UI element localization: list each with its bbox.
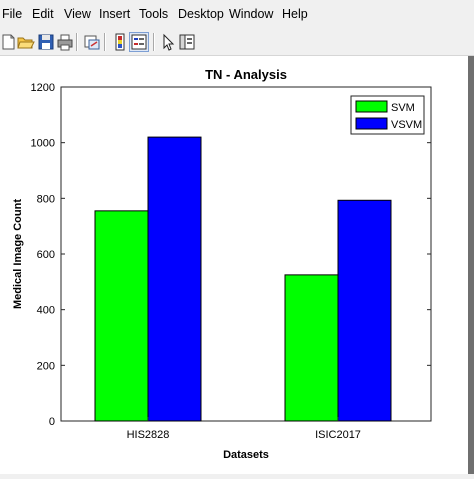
legend-label-svm: SVM (391, 102, 415, 114)
window-border (468, 56, 474, 474)
menu-tools[interactable]: Tools (139, 7, 168, 21)
menu-bar: File Edit View Insert Tools Desktop Wind… (0, 0, 474, 29)
x-tick-label: ISIC2017 (315, 429, 361, 441)
y-tick-label: 1000 (31, 138, 55, 150)
y-axis-label: Medical Image Count (12, 199, 24, 309)
y-tick-label: 800 (37, 193, 55, 205)
y-tick-label: 1200 (31, 82, 55, 94)
figure-toolbar (0, 29, 474, 56)
link-plot-icon[interactable] (82, 32, 102, 52)
toolbar-separator (153, 33, 155, 51)
y-tick-label: 600 (37, 249, 55, 261)
y-tick-label: 400 (37, 305, 55, 317)
toolbar-separator (104, 33, 106, 51)
chart-title: TN - Analysis (205, 67, 287, 82)
menu-desktop[interactable]: Desktop (178, 7, 224, 21)
print-icon[interactable] (55, 32, 75, 52)
x-axis-label: Datasets (223, 449, 269, 461)
bar-chart: 0 200 400 600 800 1000 1200 HIS2828 ISIC2017 TN -… (12, 67, 432, 461)
plot-area: 0 200 400 600 800 1000 1200 HIS2828 ISIC2017 TN -… (12, 67, 432, 461)
bar-svm-his2828 (94, 210, 149, 422)
bar-svm-isic2017 (284, 274, 339, 422)
bar-vsvm-isic2017 (337, 199, 392, 422)
legend-swatch-svm (355, 100, 388, 113)
insert-legend-icon[interactable] (129, 32, 149, 52)
toolbar-separator (76, 33, 78, 51)
y-tick-label: 200 (37, 360, 55, 372)
figure-canvas: 0 200 400 600 800 1000 1200 HIS2828 ISIC2017 TN -… (0, 56, 474, 474)
property-editor-icon[interactable] (177, 32, 197, 52)
menu-window[interactable]: Window (229, 7, 273, 21)
menu-view[interactable]: View (64, 7, 91, 21)
bar-vsvm-his2828 (147, 136, 202, 422)
insert-colorbar-icon[interactable] (110, 32, 130, 52)
legend-swatch-vsvm (355, 117, 388, 130)
open-file-icon[interactable] (16, 32, 36, 52)
menu-insert[interactable]: Insert (99, 7, 130, 21)
x-tick-label: HIS2828 (127, 429, 170, 441)
edit-plot-icon[interactable] (158, 32, 178, 52)
menu-edit[interactable]: Edit (32, 7, 54, 21)
legend-label-vsvm: VSVM (391, 119, 422, 131)
menu-help[interactable]: Help (282, 7, 308, 21)
menu-file[interactable]: File (2, 7, 22, 21)
save-icon[interactable] (36, 32, 56, 52)
y-tick-label: 0 (49, 416, 55, 428)
